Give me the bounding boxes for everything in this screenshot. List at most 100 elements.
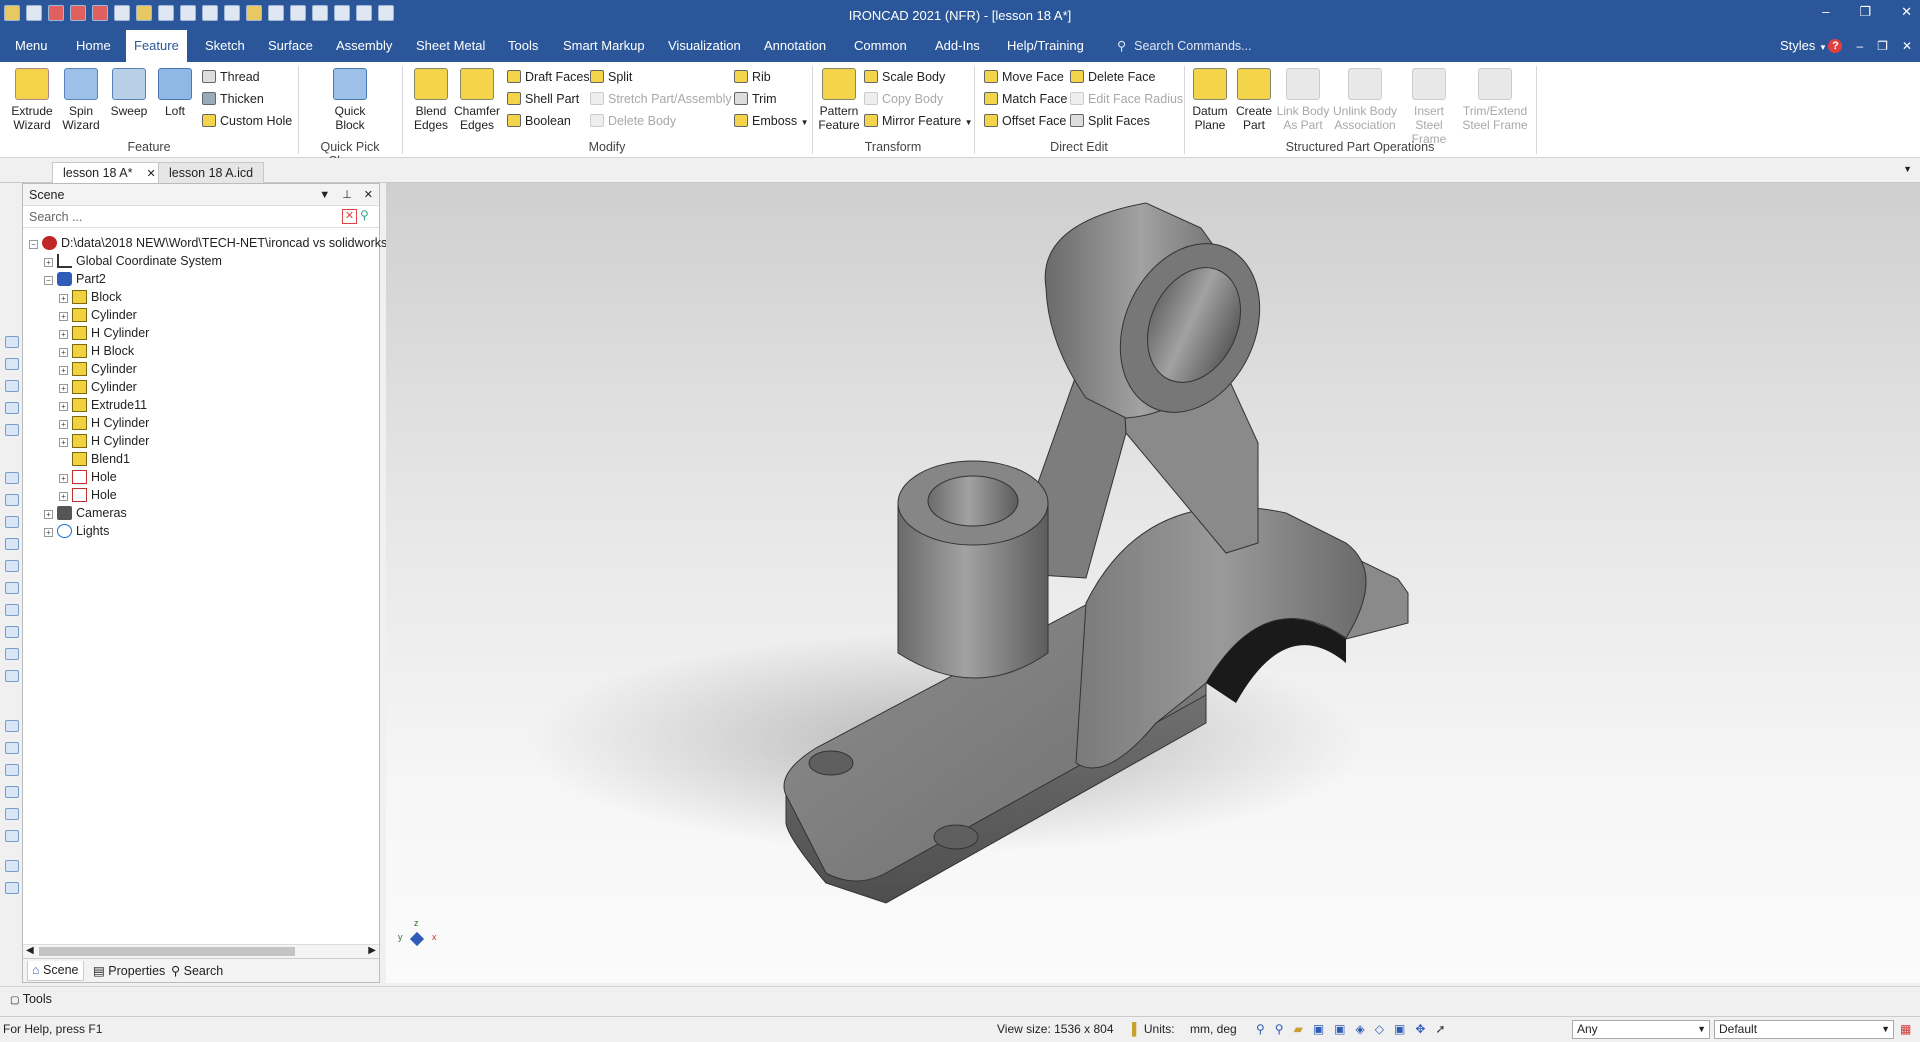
- tree-item[interactable]: + H Cylinder: [59, 324, 149, 342]
- tab-smart-markup[interactable]: Smart Markup: [555, 30, 653, 62]
- doc-restore-button[interactable]: ❐: [1877, 30, 1888, 62]
- view-orient-icon[interactable]: ▣: [1334, 1017, 1345, 1041]
- thread-button[interactable]: Thread: [202, 68, 260, 86]
- shell-part-button[interactable]: Shell Part: [507, 90, 579, 108]
- tool-icon[interactable]: [5, 648, 19, 660]
- tool-icon[interactable]: [5, 786, 19, 798]
- close-icon[interactable]: ✕: [364, 184, 373, 206]
- part-model[interactable]: [386, 183, 1920, 983]
- insert-steel-frame-button[interactable]: Insert Steel Frame: [1400, 68, 1458, 146]
- tree-item[interactable]: + H Cylinder: [59, 414, 149, 432]
- expand-icon[interactable]: +: [44, 258, 53, 267]
- tree-item[interactable]: + Block: [59, 288, 122, 306]
- move-face-button[interactable]: Move Face: [984, 68, 1064, 86]
- tool-icon[interactable]: [5, 516, 19, 528]
- create-part-button[interactable]: Create Part: [1234, 68, 1274, 132]
- tools-bar[interactable]: ▢ Tools: [0, 986, 1920, 1010]
- tool-icon[interactable]: [5, 830, 19, 842]
- tree-item[interactable]: + H Cylinder: [59, 432, 149, 450]
- doc-minimize-button[interactable]: –: [1856, 30, 1863, 62]
- split-button[interactable]: Split: [590, 68, 632, 86]
- expand-icon[interactable]: +: [59, 384, 68, 393]
- datum-plane-button[interactable]: Datum Plane: [1188, 68, 1232, 132]
- status-icon[interactable]: ▦: [1900, 1017, 1911, 1041]
- expand-icon[interactable]: +: [59, 294, 68, 303]
- trim-steel-frame-button[interactable]: Trim/Extend Steel Frame: [1460, 68, 1530, 132]
- spin-wizard-button[interactable]: Spin Wizard: [58, 68, 104, 132]
- stretch-part-button[interactable]: Stretch Part/Assembly: [590, 90, 732, 108]
- custom-hole-button[interactable]: Custom Hole: [202, 112, 292, 130]
- tool-icon[interactable]: [5, 380, 19, 392]
- thicken-button[interactable]: Thicken: [202, 90, 264, 108]
- camera-icon[interactable]: ◈: [1356, 1017, 1365, 1041]
- scroll-left-icon[interactable]: ◀: [26, 945, 34, 956]
- units-indicator[interactable]: ▌ Units:: [1132, 1017, 1175, 1041]
- horizontal-scrollbar[interactable]: ◀ ▶: [23, 944, 379, 958]
- doc-close-button[interactable]: ✕: [1902, 30, 1912, 62]
- expand-icon[interactable]: +: [59, 366, 68, 375]
- tree-item[interactable]: + Hole: [59, 468, 117, 486]
- tool-icon[interactable]: [5, 742, 19, 754]
- draft-faces-button[interactable]: Draft Faces: [507, 68, 590, 86]
- tool-icon[interactable]: [5, 494, 19, 506]
- tab-visualization[interactable]: Visualization: [660, 30, 749, 62]
- tool-icon[interactable]: [5, 808, 19, 820]
- blend-edges-button[interactable]: Blend Edges: [410, 68, 452, 132]
- tool-icon[interactable]: [5, 538, 19, 550]
- select-icon[interactable]: ➚: [1435, 1017, 1445, 1041]
- copy-body-button[interactable]: Copy Body: [864, 90, 943, 108]
- search-commands[interactable]: ⚲ Search Commands...: [1117, 30, 1252, 62]
- tab-search[interactable]: ⚲ Search: [171, 963, 223, 978]
- clear-search-icon[interactable]: ✕: [342, 209, 357, 224]
- tool-icon[interactable]: [5, 472, 19, 484]
- tool-icon[interactable]: [5, 424, 19, 436]
- tool-icon[interactable]: [5, 626, 19, 638]
- close-button[interactable]: ✕: [1901, 4, 1912, 20]
- tab-menu[interactable]: Menu: [7, 30, 56, 62]
- expand-icon[interactable]: +: [59, 492, 68, 501]
- chevron-down-icon[interactable]: ▼: [319, 184, 330, 206]
- tab-properties[interactable]: ▤ Properties: [93, 963, 165, 978]
- scale-body-button[interactable]: Scale Body: [864, 68, 945, 86]
- tab-assembly[interactable]: Assembly: [328, 30, 400, 62]
- tab-sketch[interactable]: Sketch: [197, 30, 253, 62]
- tool-icon[interactable]: [5, 560, 19, 572]
- split-faces-button[interactable]: Split Faces: [1070, 112, 1150, 130]
- filter-icon[interactable]: ⚲: [360, 209, 375, 224]
- pin-icon[interactable]: ⊥: [342, 184, 352, 206]
- rib-button[interactable]: Rib: [734, 68, 771, 86]
- tool-icon[interactable]: [5, 358, 19, 370]
- match-face-button[interactable]: Match Face: [984, 90, 1067, 108]
- tree-item[interactable]: + Cylinder: [59, 306, 137, 324]
- emboss-button[interactable]: Emboss ▼: [734, 112, 809, 130]
- scene-search-input[interactable]: Search ... ✕ ⚲: [23, 206, 379, 228]
- expand-icon[interactable]: +: [59, 348, 68, 357]
- tab-home[interactable]: Home: [68, 30, 119, 62]
- extrude-wizard-button[interactable]: Extrude Wizard: [8, 68, 56, 132]
- zoom-fit-icon[interactable]: ⚲: [1275, 1017, 1284, 1041]
- tree-item[interactable]: + Cylinder: [59, 360, 137, 378]
- tree-item[interactable]: Blend1: [59, 450, 130, 468]
- delete-face-button[interactable]: Delete Face: [1070, 68, 1155, 86]
- doc-tab-active[interactable]: lesson 18 A* ✕: [52, 162, 167, 183]
- quick-block-button[interactable]: Quick Block: [328, 68, 372, 132]
- tab-common[interactable]: Common: [846, 30, 915, 62]
- delete-body-button[interactable]: Delete Body: [590, 112, 676, 130]
- tool-icon[interactable]: [5, 336, 19, 348]
- render-icon[interactable]: ▣: [1313, 1017, 1324, 1041]
- scrollbar-thumb[interactable]: [39, 947, 295, 956]
- link-body-button[interactable]: Link Body As Part: [1276, 68, 1330, 132]
- tool-icon[interactable]: [5, 582, 19, 594]
- tab-tools[interactable]: Tools: [500, 30, 546, 62]
- sweep-button[interactable]: Sweep: [108, 68, 150, 118]
- expand-icon[interactable]: +: [59, 330, 68, 339]
- help-icon[interactable]: ?: [1828, 39, 1843, 53]
- offset-face-button[interactable]: Offset Face: [984, 112, 1066, 130]
- tool-icon[interactable]: [5, 670, 19, 682]
- tab-sheet-metal[interactable]: Sheet Metal: [408, 30, 493, 62]
- tab-scene[interactable]: ⌂ Scene: [27, 961, 84, 981]
- doc-tab[interactable]: lesson 18 A.icd: [158, 162, 265, 183]
- tab-surface[interactable]: Surface: [260, 30, 321, 62]
- tree-item[interactable]: + Global Coordinate System: [44, 252, 222, 270]
- restore-button[interactable]: ❐: [1859, 4, 1871, 20]
